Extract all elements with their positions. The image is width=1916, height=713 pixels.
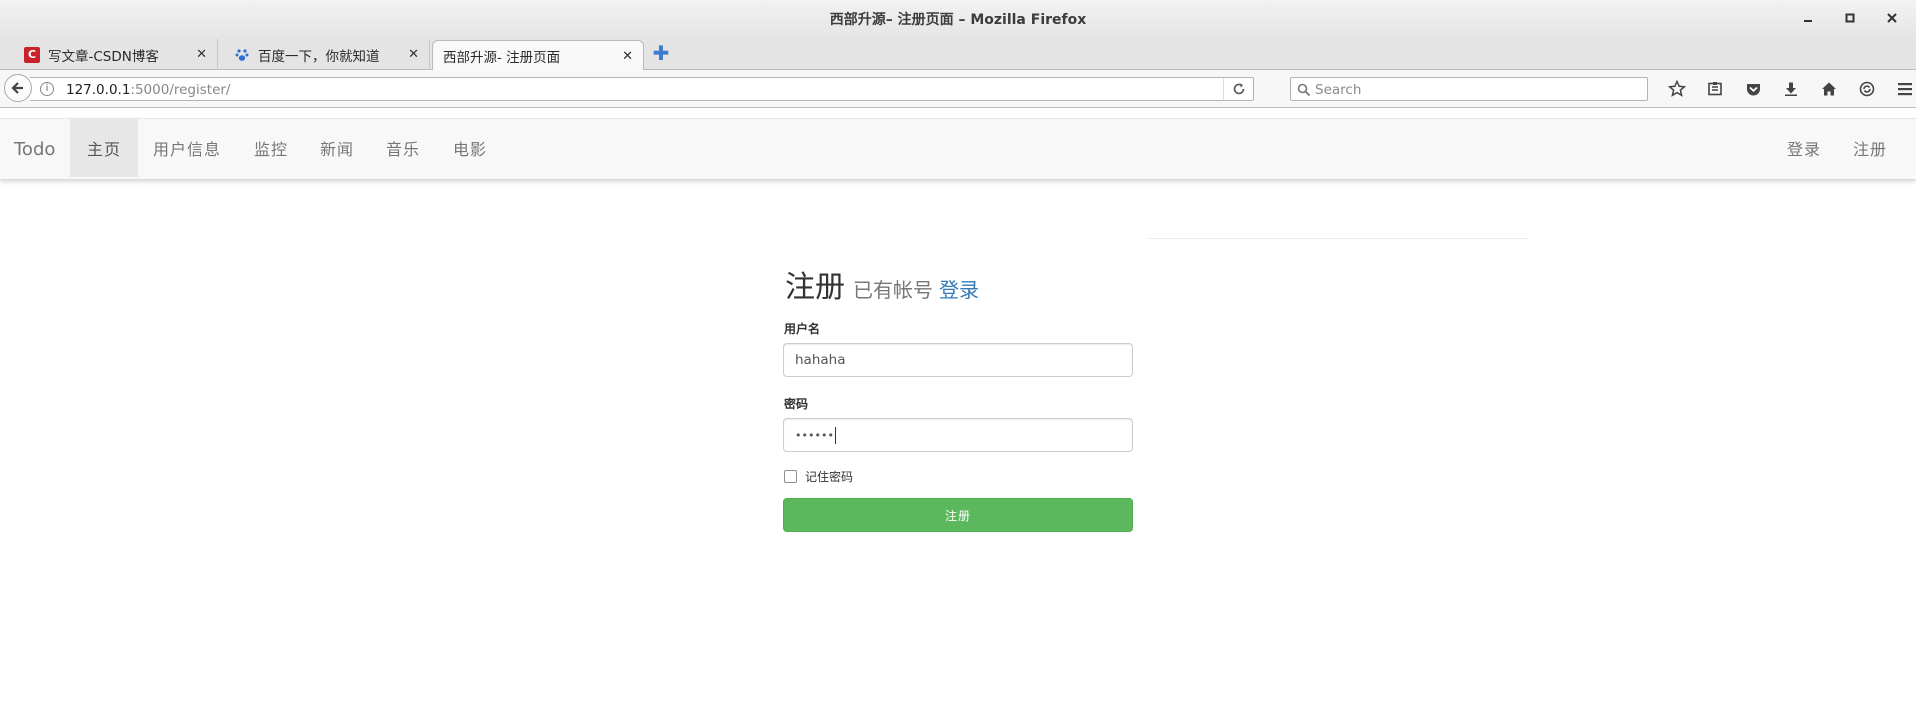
username-field[interactable]: hahaha: [783, 343, 1133, 377]
back-arrow-icon: [11, 82, 23, 94]
close-icon[interactable]: ✕: [196, 47, 207, 62]
new-tab-icon[interactable]: ✚: [652, 43, 670, 63]
url-host: 127.0.0.1: [66, 82, 131, 98]
already-have-account-text: 已有帐号: [853, 278, 933, 302]
login-link[interactable]: 登录: [939, 278, 979, 302]
remember-label[interactable]: 记住密码: [805, 468, 853, 485]
csdn-icon: C: [24, 46, 40, 63]
close-icon[interactable]: [1878, 6, 1906, 30]
nav-register-link[interactable]: 注册: [1836, 119, 1904, 177]
password-label: 密码: [784, 397, 809, 411]
url-bar[interactable]: i 127.0.0.1:5000/register/: [30, 77, 1254, 101]
form-heading: 注册 已有帐号 登录: [785, 262, 979, 306]
back-button[interactable]: [4, 74, 32, 102]
password-value: ••••••: [795, 428, 834, 442]
remember-checkbox[interactable]: [784, 470, 797, 483]
maximize-icon[interactable]: [1836, 6, 1864, 30]
nav-item-home[interactable]: 主页: [70, 119, 139, 177]
url-text[interactable]: 127.0.0.1:5000/register/: [66, 82, 231, 98]
sync-icon[interactable]: [1848, 78, 1886, 100]
tab-register[interactable]: 西部升源- 注册页面 ✕: [432, 40, 644, 71]
tab-title: 写文章-CSDN博客: [48, 48, 159, 65]
window-controls: [1794, 6, 1906, 30]
home-icon[interactable]: [1810, 78, 1848, 100]
divider: [1148, 238, 1528, 239]
page-title: 注册: [785, 270, 845, 305]
username-label: 用户名: [784, 322, 821, 336]
nav-item-user-info[interactable]: 用户信息: [136, 119, 238, 177]
close-icon[interactable]: ✕: [408, 47, 419, 62]
search-placeholder: Search: [1315, 82, 1362, 98]
url-path: :5000/register/: [130, 82, 231, 98]
search-bar[interactable]: Search: [1290, 77, 1648, 101]
text-caret: [834, 426, 836, 444]
close-icon[interactable]: ✕: [622, 49, 633, 64]
tab-baidu[interactable]: 百度一下，你就知道 ✕: [224, 39, 430, 70]
tab-csdn[interactable]: C 写文章-CSDN博客 ✕: [14, 39, 218, 70]
password-field[interactable]: ••••••: [783, 418, 1133, 452]
baidu-paw-icon: [234, 47, 250, 63]
reading-list-icon[interactable]: [1696, 78, 1734, 100]
register-submit-button[interactable]: 注册: [783, 498, 1133, 532]
site-navbar: Todo 主页 用户信息 监控 新闻 音乐 电影 登录 注册: [0, 118, 1916, 180]
nav-item-movie[interactable]: 电影: [436, 119, 504, 177]
nav-item-news[interactable]: 新闻: [303, 119, 371, 177]
pocket-icon[interactable]: [1734, 78, 1772, 100]
tab-strip: C 写文章-CSDN博客 ✕ 百度一下，你就知道 ✕ 西部升源- 注册页面 ✕ …: [0, 36, 1916, 71]
window-titlebar: 西部升源– 注册页面 – Mozilla Firefox: [0, 0, 1916, 36]
window-title: 西部升源– 注册页面 – Mozilla Firefox: [829, 12, 1087, 28]
browser-toolbar: i 127.0.0.1:5000/register/ Search: [0, 70, 1916, 108]
toolbar-icons: [1658, 78, 1916, 100]
nav-login-link[interactable]: 登录: [1770, 119, 1838, 177]
username-value: hahaha: [795, 352, 846, 368]
download-icon[interactable]: [1772, 78, 1810, 100]
remember-row: 记住密码: [784, 468, 853, 485]
menu-icon[interactable]: [1886, 78, 1916, 100]
info-icon[interactable]: i: [40, 82, 54, 96]
minimize-icon[interactable]: [1794, 6, 1822, 30]
brand-link[interactable]: Todo: [14, 139, 55, 160]
search-icon: [1297, 82, 1311, 97]
nav-item-music[interactable]: 音乐: [369, 119, 437, 177]
bookmark-star-icon[interactable]: [1658, 78, 1696, 100]
tab-title: 百度一下，你就知道: [258, 48, 380, 65]
nav-item-monitor[interactable]: 监控: [237, 119, 305, 177]
reload-icon[interactable]: [1223, 78, 1253, 100]
tab-title: 西部升源- 注册页面: [443, 50, 561, 66]
